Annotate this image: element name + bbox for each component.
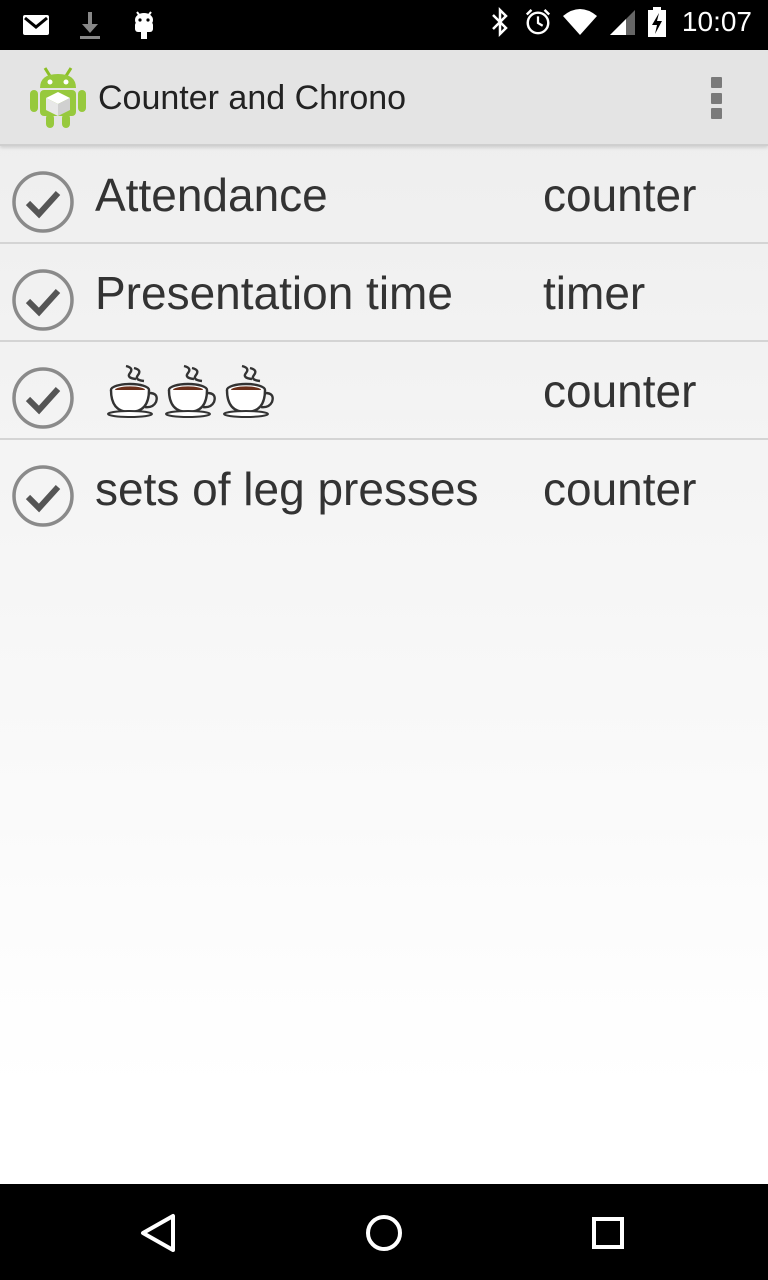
- android-debug-icon: [130, 9, 158, 41]
- item-name: [106, 362, 276, 418]
- signal-icon: [608, 6, 636, 38]
- item-type: counter: [543, 463, 697, 515]
- home-icon[interactable]: [361, 1210, 407, 1256]
- item-type: counter: [543, 169, 697, 221]
- item-type: timer: [543, 267, 646, 319]
- alarm-icon: [524, 6, 552, 38]
- item-name: Attendance: [95, 169, 328, 221]
- coffee-cup-icon: [107, 364, 158, 418]
- list-item[interactable]: counter: [0, 342, 768, 440]
- navigation-bar: [0, 1184, 768, 1280]
- list-item[interactable]: sets of leg presses counter: [0, 440, 768, 538]
- list-item[interactable]: Attendance counter: [0, 146, 768, 244]
- battery-charging-icon: [646, 6, 668, 38]
- status-bar: 10:07: [0, 0, 768, 50]
- gmail-icon: [22, 9, 50, 41]
- android-app-icon[interactable]: [28, 64, 88, 130]
- checkmark-icon[interactable]: [11, 268, 75, 332]
- action-bar: Counter and Chrono: [0, 50, 768, 146]
- item-name: Presentation time: [95, 267, 453, 319]
- download-icon: [76, 9, 104, 41]
- status-clock: 10:07: [681, 6, 752, 37]
- coffee-cup-icon: [223, 364, 274, 418]
- overflow-menu-icon[interactable]: [710, 77, 722, 119]
- list-item[interactable]: Presentation time timer: [0, 244, 768, 342]
- checkmark-icon[interactable]: [11, 170, 75, 234]
- item-type: counter: [543, 365, 697, 417]
- recents-icon[interactable]: [585, 1210, 631, 1256]
- item-list: Attendance counter Presentation time tim…: [0, 146, 768, 538]
- checkmark-icon[interactable]: [11, 464, 75, 528]
- checkmark-icon[interactable]: [11, 366, 75, 430]
- app-title: Counter and Chrono: [98, 79, 407, 117]
- bluetooth-icon: [486, 6, 514, 38]
- item-name: sets of leg presses: [95, 463, 479, 515]
- back-icon[interactable]: [137, 1210, 183, 1256]
- coffee-cup-icon: [165, 364, 216, 418]
- wifi-icon: [562, 6, 598, 38]
